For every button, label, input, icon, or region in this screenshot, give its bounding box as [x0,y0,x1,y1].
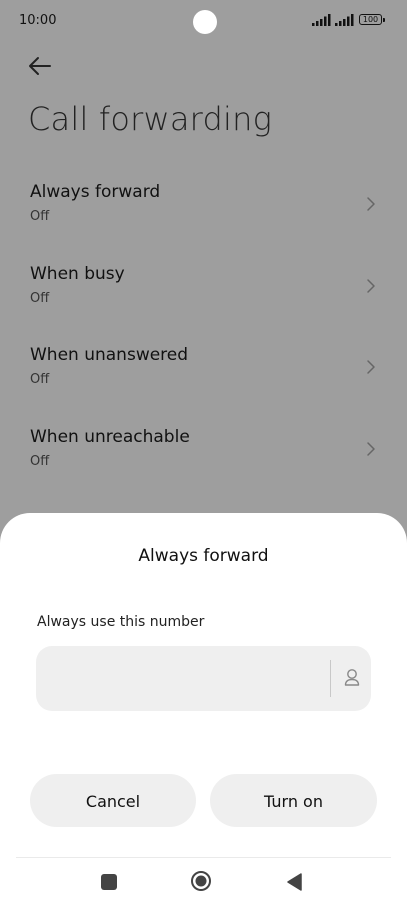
person-icon[interactable] [336,662,368,694]
field-label: Always use this number [37,614,205,630]
setting-status: Off [30,372,50,387]
signal-icon [335,14,354,26]
setting-status: Off [30,453,50,469]
dialog-title: Always forward [138,546,269,566]
camera-cutout [193,10,217,34]
chevron-right-icon [367,441,375,456]
setting-status: Off [30,209,50,224]
status-bar: 10:00 100 [0,0,407,44]
setting-label: When busy [30,263,125,284]
circle-icon[interactable] [190,870,212,892]
chevron-right-icon [367,360,375,374]
chevron-right-icon [367,197,375,211]
status-time: 10:00 [19,13,57,28]
turn-on-button[interactable]: Turn on [210,774,377,827]
setting-label: When unanswered [30,345,189,365]
setting-always-forward[interactable]: Always forward Off [0,168,407,250]
setting-when-unanswered[interactable]: When unanswered Off [0,331,407,413]
phone-number-input[interactable] [50,646,324,713]
chevron-right-icon [367,278,375,293]
battery-icon: 100 [359,14,385,25]
triangle-back-icon[interactable] [285,872,303,892]
setting-label: When unreachable [30,426,190,447]
always-forward-dialog: Always forward Always use this number Ca… [0,513,407,906]
setting-when-busy[interactable]: When busy Off [0,250,407,332]
square-icon[interactable] [101,874,117,890]
setting-status: Off [30,290,50,306]
signal-icon [312,14,331,26]
setting-when-unreachable[interactable]: When unreachable Off [0,413,407,495]
navigation-bar [0,858,407,906]
settings-list: Always forward Off When busy Off When un… [0,168,407,494]
phone-number-field [36,646,371,713]
setting-label: Always forward [30,182,161,202]
field-divider [330,660,331,697]
arrow-left-icon[interactable] [26,52,54,80]
page-title: Call forwarding [28,100,272,138]
cancel-button[interactable]: Cancel [30,774,196,827]
